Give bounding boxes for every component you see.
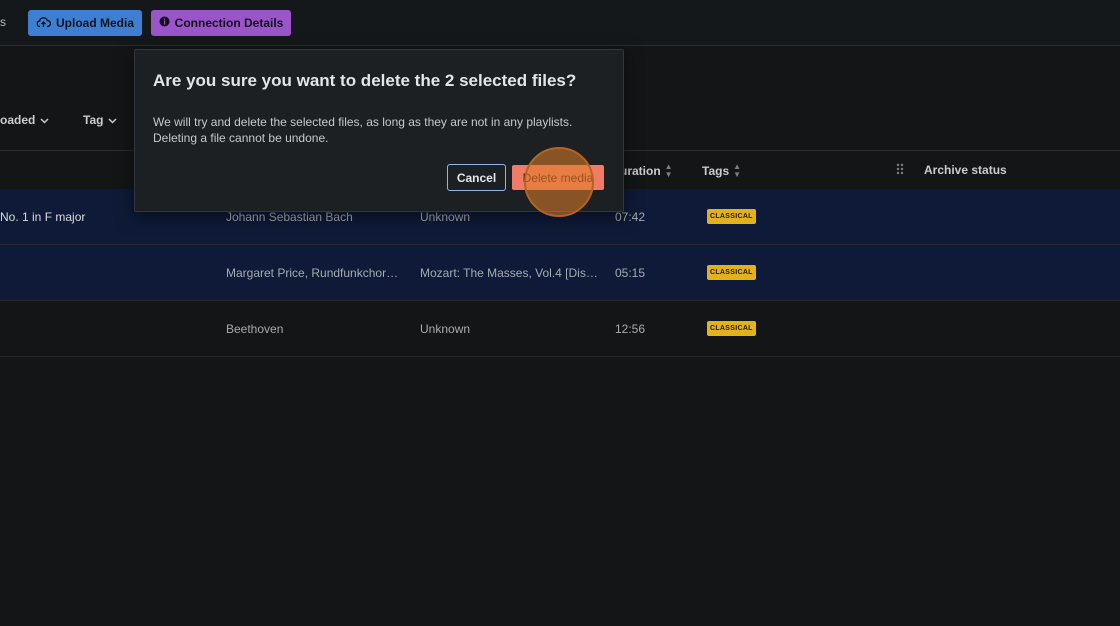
dialog-body-line-2: Deleting a file cannot be undone. xyxy=(153,131,329,145)
row-album: Unknown xyxy=(420,210,471,224)
cloud-upload-icon xyxy=(36,16,52,31)
connection-details-button[interactable]: Connection Details xyxy=(151,10,291,36)
column-header-duration[interactable]: uration ▲ ▼ xyxy=(620,163,673,179)
archive-header-label: Archive status xyxy=(924,163,1007,177)
delete-media-button[interactable]: Delete media xyxy=(512,165,604,190)
top-bar: s Upload Media Connection Details xyxy=(0,0,1120,46)
table-row[interactable]: Margaret Price, Rundfunkchor… Mozart: Th… xyxy=(0,245,1120,301)
filter-tag-dropdown[interactable]: Tag xyxy=(83,113,117,127)
column-header-tags[interactable]: Tags ▲ ▼ xyxy=(702,163,741,179)
row-album: Unknown xyxy=(420,322,471,336)
filter-uploaded-label: oaded xyxy=(0,113,36,127)
dialog-body-line-1: We will try and delete the selected file… xyxy=(153,115,573,129)
upload-media-button[interactable]: Upload Media xyxy=(28,10,142,36)
row-artist: Margaret Price, Rundfunkchor… xyxy=(226,266,399,280)
topbar-edge-text[interactable]: s xyxy=(0,15,6,29)
tags-header-label: Tags xyxy=(702,164,730,178)
dialog-body: We will try and delete the selected file… xyxy=(153,114,572,146)
tag-badge: CLASSICAL xyxy=(707,321,756,336)
filter-uploaded-dropdown[interactable]: oaded xyxy=(0,113,49,127)
drag-handle-icon[interactable] xyxy=(896,163,904,175)
table-row[interactable]: Beethoven Unknown 12:56 CLASSICAL xyxy=(0,301,1120,357)
duration-header-label: uration xyxy=(620,164,661,178)
chevron-down-icon xyxy=(108,113,117,127)
row-album: Mozart: The Masses, Vol.4 [Dis… xyxy=(420,266,598,280)
row-duration: 07:42 xyxy=(615,210,646,224)
upload-media-label: Upload Media xyxy=(55,16,134,30)
sort-icon: ▲ ▼ xyxy=(733,162,742,179)
delete-confirmation-dialog: Are you sure you want to delete the 2 se… xyxy=(134,49,624,212)
sort-icon: ▲ ▼ xyxy=(664,162,673,179)
row-duration: 05:15 xyxy=(615,266,646,280)
cancel-button[interactable]: Cancel xyxy=(447,164,506,191)
dialog-title: Are you sure you want to delete the 2 se… xyxy=(153,71,577,90)
info-icon xyxy=(159,16,170,30)
tag-badge: CLASSICAL xyxy=(707,209,756,224)
chevron-down-icon xyxy=(40,113,49,127)
row-duration: 12:56 xyxy=(615,322,646,336)
column-header-archive-status[interactable]: Archive status xyxy=(924,163,1007,177)
filter-tag-label: Tag xyxy=(83,113,104,127)
row-title: No. 1 in F major xyxy=(0,210,86,224)
row-artist: Beethoven xyxy=(226,322,284,336)
tag-badge: CLASSICAL xyxy=(707,265,756,280)
connection-details-label: Connection Details xyxy=(174,16,284,30)
row-artist: Johann Sebastian Bach xyxy=(226,210,353,224)
